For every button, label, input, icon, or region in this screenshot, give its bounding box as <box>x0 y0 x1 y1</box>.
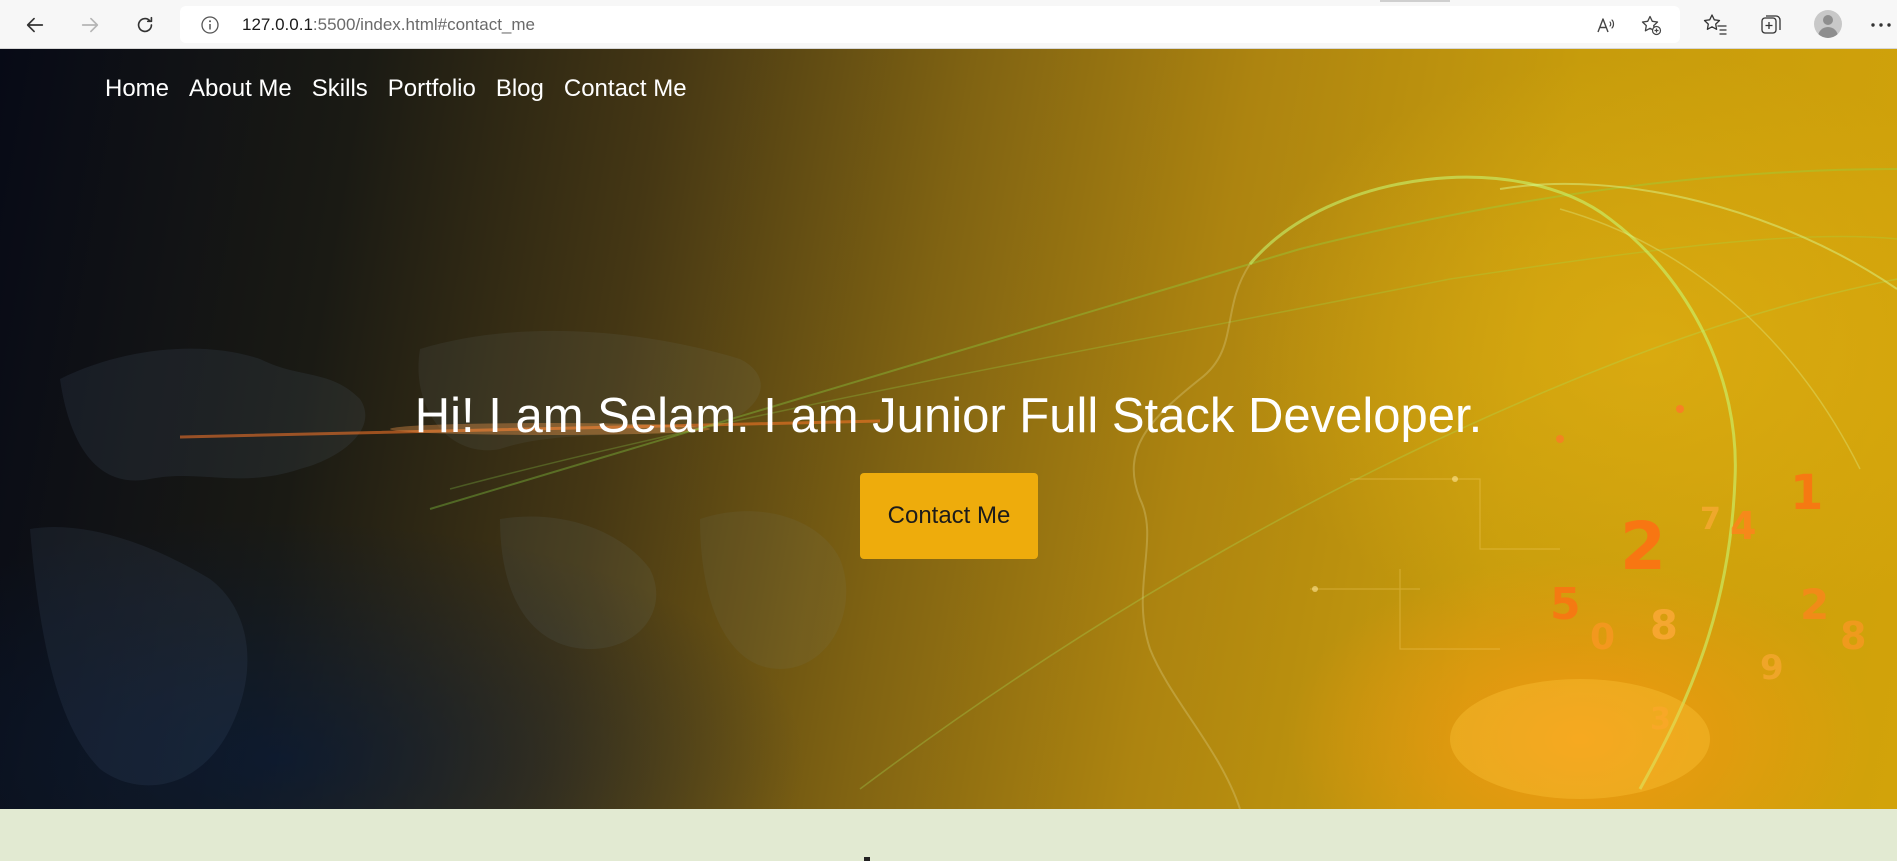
avatar-body <box>1818 27 1838 38</box>
svg-text:5: 5 <box>1550 579 1581 630</box>
url-host: 127.0.0.1 <box>242 15 313 34</box>
reload-button[interactable] <box>130 10 160 40</box>
svg-text:1: 1 <box>1790 465 1823 521</box>
nav-link-about-me[interactable]: About Me <box>189 75 292 103</box>
site-nav: Home About Me Skills Portfolio Blog Cont… <box>105 75 687 103</box>
collections-icon[interactable] <box>1758 12 1784 38</box>
forward-arrow-icon <box>81 17 99 33</box>
profile-avatar-icon[interactable] <box>1814 10 1842 38</box>
hero-section: 2 5 0 8 4 1 7 2 8 9 3 Home About Me Skil… <box>0 49 1897 809</box>
svg-text:2: 2 <box>1800 580 1829 629</box>
nav-link-contact-me[interactable]: Contact Me <box>564 75 687 103</box>
read-aloud-icon[interactable] <box>1595 14 1617 36</box>
nav-link-skills[interactable]: Skills <box>312 75 368 103</box>
svg-text:0: 0 <box>1590 617 1615 658</box>
nav-link-portfolio[interactable]: Portfolio <box>388 75 476 103</box>
forward-button[interactable] <box>75 10 105 40</box>
contact-me-button[interactable]: Contact Me <box>860 473 1038 559</box>
svg-text:4: 4 <box>1730 504 1756 548</box>
address-bar[interactable]: 127.0.0.1:5500/index.html#contact_me <box>180 6 1680 43</box>
more-menu-icon[interactable] <box>1868 12 1894 38</box>
hero-headline: Hi! I am Selam. I am Junior Full Stack D… <box>414 389 1483 443</box>
reload-icon <box>137 16 153 33</box>
svg-text:2: 2 <box>1620 508 1666 585</box>
browser-toolbar: 127.0.0.1:5500/index.html#contact_me <box>0 0 1897 49</box>
svg-text:7: 7 <box>1700 502 1721 537</box>
favorites-list-icon[interactable] <box>1702 12 1728 38</box>
avatar-head <box>1823 15 1833 25</box>
svg-text:8: 8 <box>1650 603 1678 649</box>
nav-link-home[interactable]: Home <box>105 75 169 103</box>
section-heading-fragment <box>864 857 870 861</box>
back-button[interactable] <box>20 10 50 40</box>
nav-link-blog[interactable]: Blog <box>496 75 544 103</box>
svg-text:9: 9 <box>1760 648 1784 688</box>
next-section <box>0 809 1897 861</box>
info-icon[interactable] <box>200 15 220 35</box>
url-path: :5500/index.html#contact_me <box>312 15 535 34</box>
back-arrow-icon <box>26 17 44 33</box>
tab-strip-edge <box>1380 0 1450 2</box>
url-text[interactable]: 127.0.0.1:5500/index.html#contact_me <box>242 15 535 35</box>
svg-text:8: 8 <box>1840 614 1866 658</box>
star-add-icon[interactable] <box>1640 14 1662 36</box>
